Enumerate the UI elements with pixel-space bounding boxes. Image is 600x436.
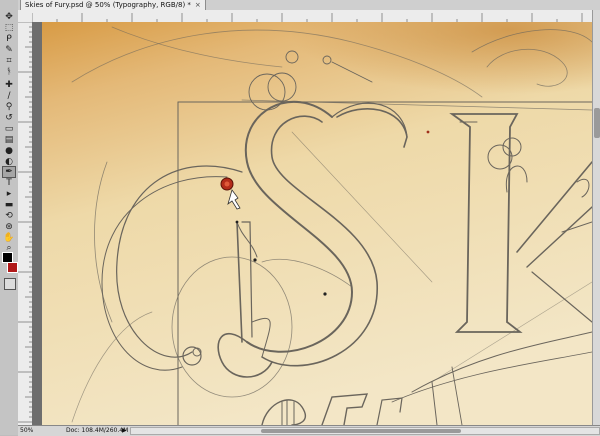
hand-icon[interactable]: ✋ [3,233,15,243]
history-brush-icon[interactable]: ↺ [3,113,15,123]
pen-icon[interactable]: ✒ [2,166,16,178]
healing-brush-icon[interactable]: ✚ [3,80,15,90]
background-color-swatch[interactable] [7,262,18,273]
eraser-icon[interactable]: ▭ [3,124,15,134]
path-select-icon[interactable]: ▸ [3,189,15,199]
horizontal-scrollbar[interactable] [130,427,600,435]
horizontal-scroll-thumb[interactable] [261,429,461,433]
vertical-scrollbar[interactable] [592,10,600,425]
brush-icon[interactable]: ∕ [3,91,15,101]
shape-icon[interactable]: ▬ [3,200,15,210]
quick-select-icon[interactable]: ✎ [3,45,15,55]
tools-panel: ✥ ⬚ ᑭ ✎ ⌗ ᚬ ✚ ∕ ⚲ ↺ ▭ ▤ ● ◐ ✒ T ▸ ▬ ⟲ ⊛ … [0,0,19,435]
quick-mask-button[interactable] [4,278,16,290]
clone-stamp-icon[interactable]: ⚲ [3,102,15,112]
foreground-color-swatch[interactable] [2,252,13,263]
document-title: Skies of Fury.psd @ 50% (Typography, RGB… [25,1,191,9]
artwork [32,22,592,425]
type-icon[interactable]: T [3,178,15,188]
crop-icon[interactable]: ⌗ [3,56,15,66]
close-icon[interactable]: × [195,1,201,9]
vertical-scroll-thumb[interactable] [594,108,600,138]
gradient-icon[interactable]: ▤ [3,135,15,145]
blur-icon[interactable]: ● [3,146,15,156]
lasso-icon[interactable]: ᑭ [3,34,15,44]
status-bar: 50% Doc: 108.4M/260.4M ▶ [18,425,600,436]
move-icon[interactable]: ✥ [3,12,15,22]
marquee-icon[interactable]: ⬚ [3,23,15,33]
vertical-ruler[interactable] [18,22,33,425]
document-canvas[interactable] [32,22,592,425]
3d-rotate-icon[interactable]: ⟲ [3,211,15,221]
eyedropper-icon[interactable]: ᚬ [3,67,15,77]
3d-orbit-icon[interactable]: ⊛ [3,222,15,232]
